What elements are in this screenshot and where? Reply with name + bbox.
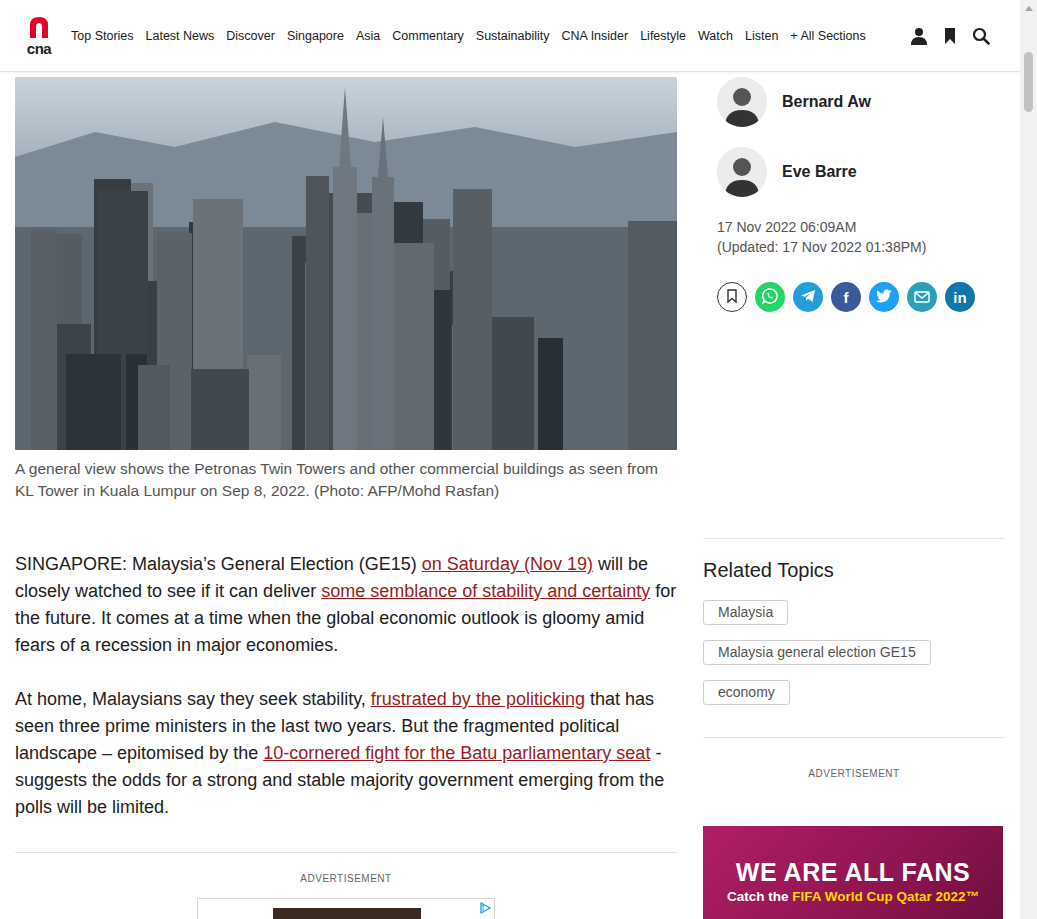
- email-share-button[interactable]: [907, 282, 937, 312]
- author-row[interactable]: Eve Barre: [717, 147, 1005, 197]
- inline-link[interactable]: 10-cornered fight for the Batu parliamen…: [263, 743, 650, 763]
- inline-link[interactable]: frustrated by the politicking: [371, 689, 585, 709]
- linkedin-icon: in: [953, 289, 966, 306]
- bookmark-share-button[interactable]: [717, 282, 747, 312]
- author-name[interactable]: Eve Barre: [782, 163, 857, 181]
- whatsapp-share-button[interactable]: [755, 282, 785, 312]
- user-icon[interactable]: [910, 27, 928, 45]
- banner-subline: Catch the FIFA World Cup Qatar 2022™: [703, 889, 1003, 904]
- article-layout: A general view shows the Petronas Twin T…: [0, 77, 1020, 919]
- logo-text: cna: [27, 42, 51, 56]
- text-run: At home, Malaysians say they seek stabil…: [15, 689, 371, 709]
- nav-link[interactable]: CNA Insider: [561, 29, 628, 43]
- telegram-icon: [800, 288, 816, 307]
- twitter-icon: [876, 289, 892, 306]
- topic-tag[interactable]: Malaysia: [703, 600, 788, 625]
- ad-banner[interactable]: WE ARE ALL FANS Catch the FIFA World Cup …: [703, 826, 1003, 919]
- sidebar: Bernard Aw Eve Barre 17 Nov 2022 06:09AM(U…: [703, 77, 1005, 919]
- scrollbar[interactable]: [1020, 0, 1037, 919]
- nav-link[interactable]: Lifestyle: [640, 29, 686, 43]
- nav-link[interactable]: Listen: [745, 29, 778, 43]
- twitter-share-button[interactable]: [869, 282, 899, 312]
- article-paragraph: At home, Malaysians say they seek stabil…: [15, 686, 677, 821]
- divider: [703, 737, 1005, 738]
- bookmark-icon[interactable]: [941, 27, 959, 45]
- article-paragraph: SINGAPORE: Malaysia’s General Election (…: [15, 551, 677, 659]
- scroll-up-icon[interactable]: [1025, 6, 1033, 11]
- advertisement[interactable]: [197, 898, 495, 919]
- logo-mark-icon: [28, 16, 50, 42]
- published-date: 17 Nov 2022 06:09AM: [717, 217, 1005, 237]
- bookmark-icon: [726, 289, 738, 306]
- author-row[interactable]: Bernard Aw: [717, 77, 1005, 127]
- inline-link[interactable]: on Saturday (Nov 19): [422, 554, 593, 574]
- article-column: A general view shows the Petronas Twin T…: [15, 77, 677, 919]
- adchoices-icon[interactable]: [478, 901, 492, 915]
- whatsapp-icon: [761, 287, 779, 308]
- cna-logo[interactable]: cna: [25, 16, 53, 56]
- divider: [703, 538, 1005, 539]
- nav-link[interactable]: Commentary: [392, 29, 464, 43]
- author-name[interactable]: Bernard Aw: [782, 93, 871, 111]
- nav-link[interactable]: Singapore: [287, 29, 344, 43]
- banner-headline: WE ARE ALL FANS: [703, 858, 1003, 886]
- article-meta: Bernard Aw Eve Barre 17 Nov 2022 06:09AM(U…: [703, 77, 1005, 312]
- linkedin-share-button[interactable]: in: [945, 282, 975, 312]
- page: cna Top Stories Latest News Discover Singapo…: [0, 0, 1020, 919]
- facebook-share-button[interactable]: f: [831, 282, 861, 312]
- nav-link[interactable]: Sustainability: [476, 29, 550, 43]
- share-bar: f in: [717, 282, 1005, 312]
- author-avatar-icon: [717, 77, 767, 127]
- header-actions: [910, 27, 990, 45]
- nav-link[interactable]: Watch: [698, 29, 733, 43]
- browser-viewport: cna Top Stories Latest News Discover Singapo…: [0, 0, 1037, 919]
- scroll-thumb[interactable]: [1024, 52, 1033, 112]
- photo-caption: A general view shows the Petronas Twin T…: [15, 458, 677, 502]
- ad-label: ADVERTISEMENT: [703, 768, 1005, 779]
- nav-link[interactable]: Discover: [226, 29, 275, 43]
- facebook-icon: f: [844, 289, 849, 306]
- banner-text: Catch the: [727, 889, 792, 904]
- nav-link[interactable]: Latest News: [146, 29, 215, 43]
- article-photo: [15, 77, 677, 450]
- article-body: SINGAPORE: Malaysia’s General Election (…: [15, 551, 677, 821]
- inline-link[interactable]: some semblance of stability and certaint…: [321, 581, 650, 601]
- related-topics-title: Related Topics: [703, 559, 1005, 582]
- nav-link[interactable]: Top Stories: [71, 29, 134, 43]
- topic-list: Malaysia Malaysia general election GE15 ec…: [703, 600, 1005, 705]
- updated-date: (Updated: 17 Nov 2022 01:38PM): [717, 237, 1005, 257]
- text-run: SINGAPORE: Malaysia’s General Election (…: [15, 554, 422, 574]
- banner-text: FIFA World Cup Qatar 2022™: [792, 889, 979, 904]
- email-icon: [914, 289, 930, 306]
- telegram-share-button[interactable]: [793, 282, 823, 312]
- main-nav: Top Stories Latest News Discover Singapore A…: [71, 29, 866, 43]
- search-icon[interactable]: [972, 27, 990, 45]
- author-avatar-icon: [717, 147, 767, 197]
- divider: [15, 852, 677, 853]
- nav-link[interactable]: + All Sections: [790, 29, 865, 43]
- topic-tag[interactable]: Malaysia general election GE15: [703, 640, 931, 665]
- ad-label: ADVERTISEMENT: [15, 873, 677, 884]
- site-header: cna Top Stories Latest News Discover Singapo…: [0, 0, 1020, 72]
- nav-link[interactable]: Asia: [356, 29, 380, 43]
- topic-tag[interactable]: economy: [703, 680, 790, 705]
- ad-image[interactable]: [273, 908, 421, 919]
- publish-dates: 17 Nov 2022 06:09AM(Updated: 17 Nov 2022…: [717, 217, 1005, 257]
